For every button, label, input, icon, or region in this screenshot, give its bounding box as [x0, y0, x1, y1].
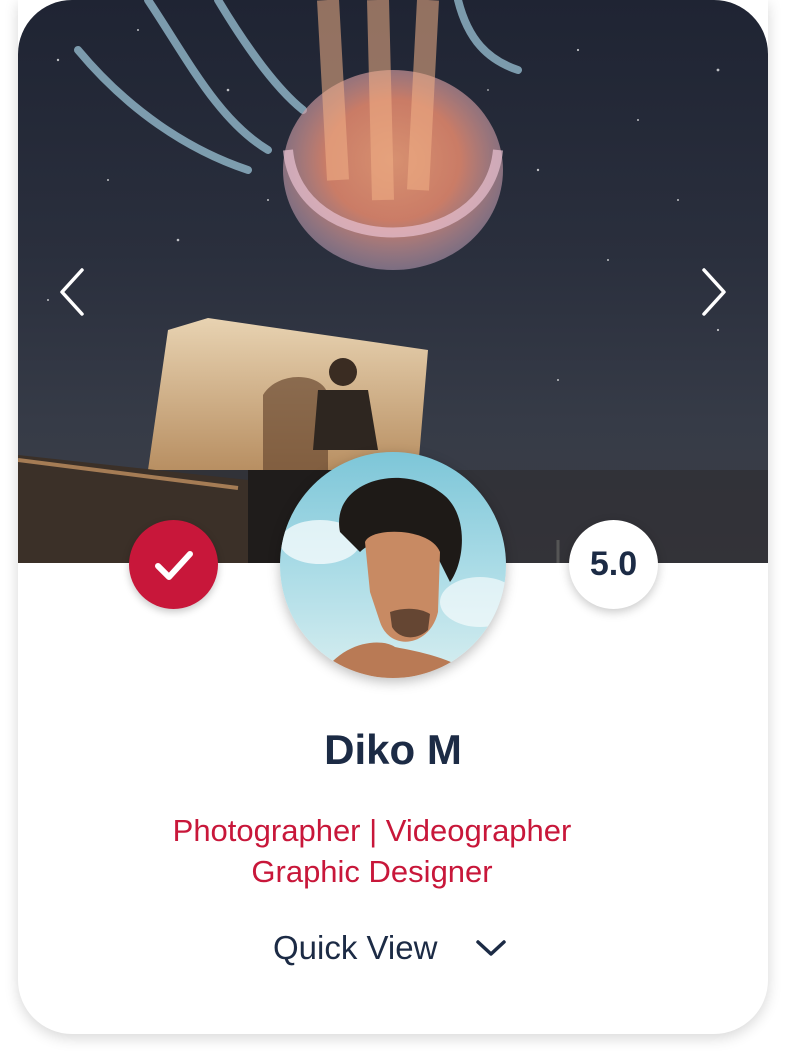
- next-photo-button[interactable]: [692, 266, 732, 318]
- profile-card: 5.0 Diko M Photographer | Videographer G…: [18, 0, 768, 1034]
- profile-roles-line2: Graphic Designer: [251, 854, 493, 889]
- verified-badge: [129, 520, 218, 609]
- profile-name: Diko M: [324, 726, 462, 773]
- previous-photo-button[interactable]: [54, 266, 94, 318]
- quick-view-label: Quick View: [273, 929, 438, 966]
- chevron-down-icon: [476, 940, 507, 956]
- profile-roles-line1: Photographer | Videographer: [172, 813, 572, 848]
- chevron-left-icon: [60, 268, 84, 316]
- rating-badge: 5.0: [569, 520, 658, 609]
- quick-view-toggle[interactable]: Quick View: [273, 925, 507, 971]
- check-icon: [154, 550, 193, 580]
- avatar: [280, 452, 506, 678]
- chevron-right-icon: [702, 268, 726, 316]
